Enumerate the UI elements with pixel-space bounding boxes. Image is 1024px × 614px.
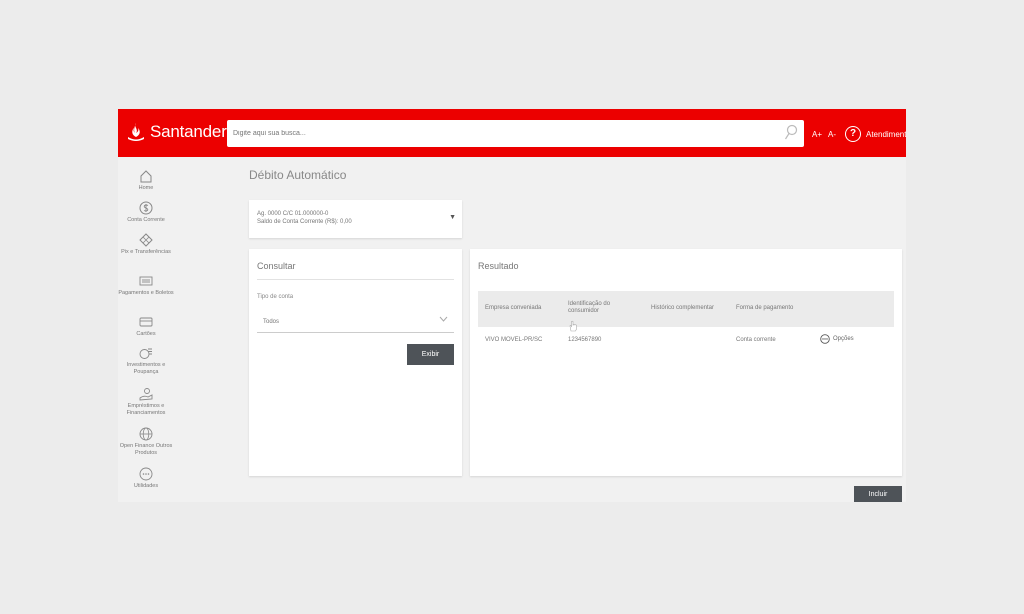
pix-icon <box>139 233 153 247</box>
sidebar-item-pix[interactable]: Pix e Transferências <box>118 233 174 256</box>
sidebar-item-investimentos[interactable]: Investimentos e Poupança <box>118 346 174 376</box>
tipo-conta-label: Tipo de conta <box>257 294 294 300</box>
column-header: Histórico complementar <box>651 305 715 311</box>
sidebar-item-conta-corrente[interactable]: Conta Corrente <box>118 201 174 224</box>
exibir-button[interactable]: Exibir <box>407 344 454 365</box>
consultar-title: Consultar <box>257 261 296 271</box>
select-value: Todos <box>263 319 280 325</box>
hand-cursor-icon <box>569 320 577 332</box>
app-window: Santander A+ A- ? Atendimento Home <box>118 109 906 502</box>
sidebar-item-pagamentos[interactable]: Pagamentos e Boletos <box>118 274 174 297</box>
opcoes-label: Opções <box>833 336 854 342</box>
sidebar-item-label: Investimentos e Poupança <box>126 362 166 375</box>
sidebar-item-label: Pagamentos e Boletos <box>118 290 174 296</box>
account-number: Ag. 0000 C/C 01.000000-0 <box>257 211 329 217</box>
loan-icon <box>139 388 153 401</box>
sidebar-item-label: Home <box>138 185 154 191</box>
cell-empresa: VIVO MOVEL-PR/SC <box>485 337 543 343</box>
resultado-title: Resultado <box>478 261 519 271</box>
help-label: Atendimento <box>866 129 906 139</box>
account-selector[interactable]: Ag. 0000 C/C 01.000000-0 Saldo de Conta … <box>249 200 462 238</box>
sidebar-item-utilidades[interactable]: Utilidades <box>118 467 174 490</box>
card-icon <box>139 317 153 327</box>
search-bar <box>227 120 804 147</box>
divider <box>257 279 454 280</box>
search-input[interactable] <box>233 125 773 142</box>
account-balance: Saldo de Conta Corrente (R$): 0,00 <box>257 219 352 225</box>
sidebar-item-home[interactable]: Home <box>118 169 174 192</box>
investment-icon <box>139 348 152 359</box>
barcode-icon <box>139 276 153 286</box>
chevron-down-icon <box>439 316 448 322</box>
sidebar-item-open-finance[interactable]: Open Finance Outros Produtos <box>118 427 174 457</box>
top-header: Santander A+ A- ? Atendimento <box>118 109 906 157</box>
santander-logo[interactable]: Santander <box>126 122 227 142</box>
cell-identificacao: 1234567890 <box>568 337 602 343</box>
resultado-panel: Resultado Empresa conveniada Identificaç… <box>470 249 902 476</box>
consultar-panel: Consultar Tipo de conta Todos Exibir <box>249 249 462 476</box>
question-icon: ? <box>845 126 861 142</box>
sidebar-item-label: Cartões <box>136 331 156 337</box>
table-row: VIVO MOVEL-PR/SC 1234567890 Conta corren… <box>478 327 894 357</box>
opcoes-button[interactable]: Opções <box>820 334 854 344</box>
sidebar-item-emprestimos[interactable]: Empréstimos e Financiamentos <box>118 387 174 417</box>
tipo-conta-select[interactable]: Todos <box>257 309 454 333</box>
column-header: Forma de pagamento <box>736 305 794 311</box>
font-increase-button[interactable]: A+ <box>812 130 822 139</box>
home-icon <box>140 170 152 183</box>
incluir-button[interactable]: Incluir <box>854 486 902 502</box>
globe-icon <box>139 427 153 441</box>
sidebar-item-label: Utilidades <box>133 483 159 489</box>
dollar-icon <box>139 201 153 215</box>
column-header: Empresa conveniada <box>485 305 542 311</box>
cell-forma: Conta corrente <box>736 337 776 343</box>
sidebar-item-label: Pix e Transferências <box>121 249 171 255</box>
font-decrease-button[interactable]: A- <box>828 130 836 139</box>
search-icon[interactable] <box>784 124 798 142</box>
brand-name: Santander <box>150 122 227 141</box>
column-header: Identificação do consumidor <box>568 301 611 314</box>
flame-icon <box>128 123 144 141</box>
chevron-down-icon: ▼ <box>449 214 456 221</box>
page-title: Débito Automático <box>249 168 347 182</box>
sidebar-item-label: Conta Corrente <box>127 217 165 223</box>
sidebar-item-label: Empréstimos e Financiamentos <box>126 403 166 416</box>
sidebar-item-label: Open Finance Outros Produtos <box>119 443 173 456</box>
help-button[interactable]: ? Atendimento <box>845 126 906 142</box>
table-header: Empresa conveniada Identificação do cons… <box>478 291 894 327</box>
sidebar-item-cartoes[interactable]: Cartões <box>118 315 174 338</box>
options-icon <box>820 334 830 344</box>
more-icon <box>139 467 153 481</box>
